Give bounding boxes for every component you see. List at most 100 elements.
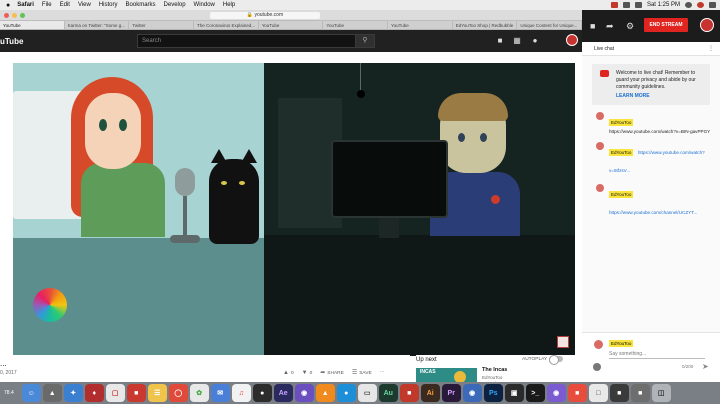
gear-icon[interactable]: ⚙ (626, 22, 634, 31)
search-input[interactable]: Search (137, 34, 357, 48)
channel-watermark-icon[interactable] (557, 336, 569, 348)
like-count: 0 (290, 370, 294, 376)
minimize-window-button[interactable] (12, 12, 17, 18)
avatar[interactable] (596, 184, 604, 192)
avatar[interactable] (566, 34, 578, 46)
menu-list-icon[interactable] (709, 2, 716, 8)
zoom-window-button[interactable] (20, 12, 25, 18)
tab-youtube[interactable]: YouTube (0, 21, 65, 29)
apps-grid-icon[interactable]: ▦ (513, 36, 521, 45)
app-red-2-icon[interactable]: ■ (399, 384, 419, 402)
menu-file[interactable]: File (42, 2, 52, 8)
author-badge[interactable]: EdYouToo (609, 191, 634, 198)
tab-youtube-2[interactable]: YouTube (259, 21, 324, 29)
message-link[interactable]: https://www.youtube.com/channel/UCZYT... (609, 210, 697, 215)
stream-control-bar: ■ ➦ ⚙ END STREAM (582, 10, 720, 42)
author-badge[interactable]: EdYouToo (609, 119, 634, 126)
menu-history[interactable]: History (99, 2, 118, 8)
search-button[interactable]: ⚲ (355, 34, 375, 48)
app-dark-2-icon[interactable]: ■ (609, 384, 629, 402)
learn-more-link[interactable]: LEARN MORE (616, 93, 704, 99)
apple-menu-icon[interactable]: ● (6, 2, 10, 9)
app-red-3-icon[interactable]: ■ (567, 384, 587, 402)
tab-youtube-3[interactable]: YouTube (323, 21, 389, 29)
logic-icon[interactable]: ● (252, 384, 272, 402)
tab-twitter[interactable]: Twitter (129, 21, 195, 29)
dislike-button[interactable]: ▼ 0 (302, 370, 313, 376)
menu-develop[interactable]: Develop (164, 2, 186, 8)
after-effects-icon[interactable]: Ae (273, 384, 293, 402)
more-options-icon[interactable]: ⋮ (708, 45, 714, 52)
dock-number: 78.4 (4, 390, 14, 396)
avatar[interactable] (596, 142, 604, 150)
share-button[interactable]: ➦ SHARE (320, 369, 344, 376)
youtube-logo[interactable]: uTube (0, 37, 23, 46)
illustrator-icon[interactable]: Ai (420, 384, 440, 402)
tab-coronavirus[interactable]: The Coronavirus Explained... (194, 21, 259, 29)
author-badge[interactable]: EdYouToo (609, 149, 634, 156)
status-icon[interactable] (610, 2, 618, 8)
autoplay-toggle[interactable] (549, 355, 563, 365)
notes-icon[interactable]: ☰ (147, 384, 167, 402)
video-player[interactable] (13, 63, 575, 356)
character-counter: 0/200 (682, 364, 694, 369)
mail-icon[interactable]: ✉ (210, 384, 230, 402)
next-video-title[interactable]: The Incas (482, 367, 507, 373)
app-blue-icon[interactable]: ● (336, 384, 356, 402)
safari-icon[interactable]: ✦ (63, 384, 83, 402)
more-actions-button[interactable]: ⋯ (380, 370, 385, 375)
trash-icon[interactable]: ◫ (651, 384, 671, 402)
app-dark-icon[interactable]: ▣ (504, 384, 524, 402)
address-bar[interactable]: 🔒 youtube.com (210, 12, 320, 19)
calendar-icon[interactable]: ▢ (105, 384, 125, 402)
wifi-icon[interactable] (622, 2, 630, 8)
itunes-icon[interactable]: ♫ (231, 384, 251, 402)
menu-edit[interactable]: Edit (60, 2, 70, 8)
emoji-icon[interactable] (593, 363, 601, 371)
menu-window[interactable]: Window (194, 2, 215, 8)
send-icon[interactable]: ➤ (702, 362, 709, 371)
next-video-channel[interactable]: EdYouToo (482, 375, 502, 380)
app-white-icon[interactable]: □ (588, 384, 608, 402)
finder-icon[interactable]: ☺ (21, 384, 41, 402)
photos-icon[interactable]: ✿ (189, 384, 209, 402)
app-gray-icon[interactable]: ▭ (357, 384, 377, 402)
app-purple-icon[interactable]: ◉ (546, 384, 566, 402)
chat-input[interactable]: Say something... (609, 351, 705, 359)
menu-view[interactable]: View (78, 2, 91, 8)
avatar[interactable] (700, 18, 714, 32)
like-button[interactable]: ▲ 0 (283, 370, 294, 376)
user-avatar-icon[interactable] (697, 2, 704, 8)
menu-bookmarks[interactable]: Bookmarks (126, 2, 156, 8)
battery-icon[interactable] (634, 2, 642, 8)
save-button[interactable]: ☰ SAVE (352, 369, 372, 376)
audition-icon[interactable]: Au (378, 384, 398, 402)
fantastical-icon[interactable]: ♦ (84, 384, 104, 402)
vlc-icon[interactable]: ▲ (315, 384, 335, 402)
close-window-button[interactable] (4, 12, 9, 18)
app-gray-2-icon[interactable]: ■ (630, 384, 650, 402)
search-icon[interactable] (685, 2, 692, 8)
clock[interactable]: Sat 1:25 PM (647, 2, 680, 8)
app-red-icon[interactable]: ■ (126, 384, 146, 402)
menu-safari[interactable]: Safari (17, 2, 34, 8)
end-stream-button[interactable]: END STREAM (644, 18, 688, 32)
share-icon[interactable]: ➦ (606, 22, 614, 31)
photoshop-icon[interactable]: Ps (483, 384, 503, 402)
tab-youtube-4[interactable]: YouTube (388, 21, 453, 29)
menu-help[interactable]: Help (223, 2, 235, 8)
premiere-icon[interactable]: Pr (441, 384, 461, 402)
share-label: SHARE (327, 371, 344, 376)
launchpad-icon[interactable]: ▲ (42, 384, 62, 402)
bell-icon[interactable]: ● (531, 36, 539, 45)
terminal-icon[interactable]: >_ (525, 384, 545, 402)
chrome-icon[interactable]: ◯ (168, 384, 188, 402)
tab-edyoutoo-shop[interactable]: EdYouToo Shop | Redbubble (453, 21, 518, 29)
avatar[interactable] (596, 112, 604, 120)
video-camera-icon[interactable]: ■ (590, 22, 595, 31)
tab-unique-content[interactable]: Unique Content for Unique... (517, 21, 583, 29)
app-blue-2-icon[interactable]: ◉ (462, 384, 482, 402)
tab-karma-twitter[interactable]: Karma on Twitter: "Some g... (65, 21, 130, 29)
ae-bridge-icon[interactable]: ◉ (294, 384, 314, 402)
create-video-icon[interactable]: ■ (496, 36, 504, 45)
